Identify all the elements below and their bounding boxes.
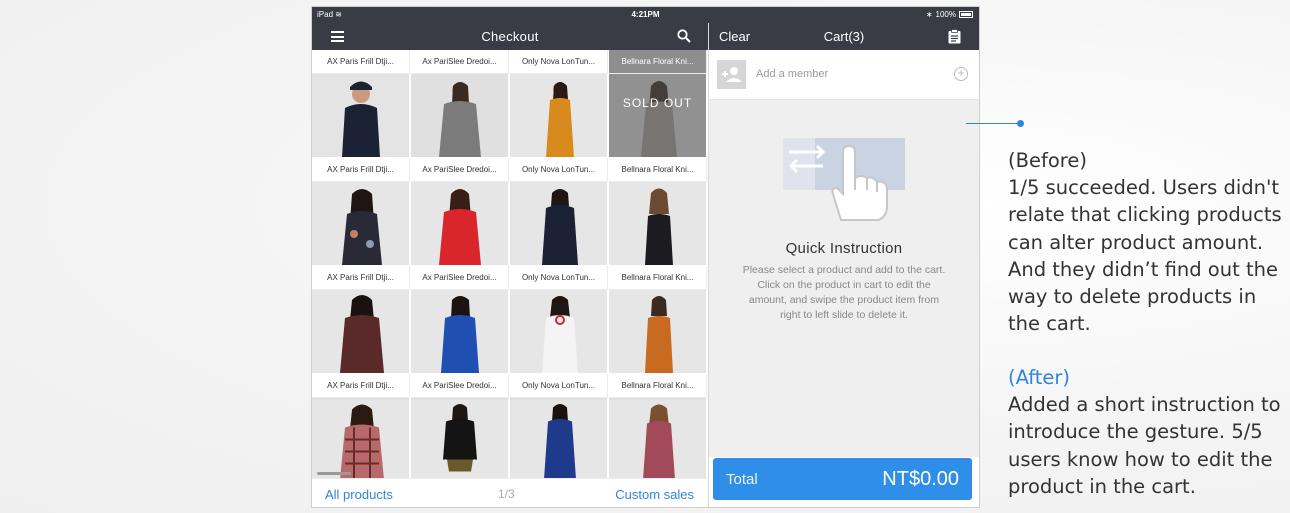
product-image[interactable] — [312, 398, 410, 481]
grid-scrollbar[interactable] — [317, 472, 351, 475]
product-name[interactable]: Ax PariSlee Dredoi... — [411, 266, 509, 290]
product-name[interactable]: AX Paris Frill Dtji... — [312, 266, 410, 290]
after-heading: (After) — [1008, 366, 1071, 389]
product-image[interactable] — [411, 182, 509, 265]
swipe-gesture-icon — [783, 138, 905, 221]
status-bar: iPad ≋ 4:21PM ∗ 100% — [312, 7, 979, 23]
product-image[interactable] — [312, 290, 410, 373]
product-name[interactable]: AX Paris Frill Dtji... — [312, 50, 410, 74]
product-row: AX Paris Frill Dtji... Ax PariSlee Dredo… — [312, 266, 708, 374]
product-image[interactable] — [411, 74, 509, 157]
product-grid: AX Paris Frill Dtji... Ax PariSlee Dredo… — [312, 50, 708, 482]
product-name[interactable]: Ax PariSlee Dredoi... — [411, 158, 509, 182]
battery-icon — [959, 11, 973, 18]
product-image[interactable] — [510, 290, 608, 373]
product-image[interactable] — [609, 182, 707, 265]
page-indicator: 1/3 — [498, 487, 515, 501]
product-image[interactable] — [609, 398, 707, 481]
total-button[interactable]: Total NT$0.00 — [713, 458, 972, 500]
cart-empty-state: Quick Instruction Please select a produc… — [709, 100, 979, 457]
product-name[interactable]: Bellnara Floral Kni... — [609, 50, 707, 74]
nav-title: Checkout — [481, 29, 539, 44]
product-image[interactable] — [312, 74, 410, 157]
product-name[interactable]: Ax PariSlee Dredoi... — [411, 50, 509, 74]
before-text: 1/5 succeeded. Users didn't relate that … — [1008, 176, 1282, 336]
custom-sales-button[interactable]: Custom sales — [615, 487, 694, 502]
ipad-screen: iPad ≋ 4:21PM ∗ 100% Checkout Clear Cart… — [311, 6, 980, 508]
all-products-button[interactable]: All products — [325, 487, 393, 502]
add-circle-icon[interactable]: + — [954, 67, 968, 81]
product-image-sold-out[interactable]: SOLD OUT — [609, 74, 707, 157]
annotation-after: (After) Added a short instruction to int… — [1008, 364, 1288, 500]
product-row: AX Paris Frill Dtji... Ax PariSlee Dredo… — [312, 158, 708, 266]
product-name[interactable]: Only Nova LonTun... — [510, 374, 608, 398]
bluetooth-icon: ∗ — [925, 10, 933, 19]
callout-line — [966, 123, 1020, 124]
product-name[interactable]: Only Nova LonTun... — [510, 266, 608, 290]
product-row: AX Paris Frill Dtji... Ax PariSlee Dredo… — [312, 50, 708, 158]
before-heading: (Before) — [1008, 149, 1087, 172]
after-text: Added a short instruction to introduce t… — [1008, 393, 1281, 498]
total-label: Total — [726, 471, 758, 488]
annotation-before: (Before) 1/5 succeeded. Users didn't rel… — [1008, 147, 1288, 337]
product-image[interactable] — [510, 74, 608, 157]
product-bottom-bar: All products 1/3 Custom sales — [312, 478, 708, 507]
product-name[interactable]: AX Paris Frill Dtji... — [312, 374, 410, 398]
total-amount: NT$0.00 — [882, 468, 959, 490]
product-image[interactable] — [609, 290, 707, 373]
add-member-row[interactable]: Add a member + — [709, 50, 979, 100]
product-name[interactable]: Bellnara Floral Kni... — [609, 266, 707, 290]
add-member-icon — [717, 60, 746, 89]
product-image[interactable] — [312, 182, 410, 265]
product-name[interactable]: Ax PariSlee Dredoi... — [411, 374, 509, 398]
product-name[interactable]: Bellnara Floral Kni... — [609, 158, 707, 182]
product-name[interactable]: AX Paris Frill Dtji... — [312, 158, 410, 182]
product-image[interactable] — [411, 398, 509, 481]
product-name[interactable]: Only Nova LonTun... — [510, 50, 608, 74]
product-image[interactable] — [510, 182, 608, 265]
product-row: AX Paris Frill Dtji... Ax PariSlee Dredo… — [312, 374, 708, 482]
instruction-title: Quick Instruction — [785, 240, 903, 257]
checkout-nav-bar: Checkout — [312, 23, 708, 50]
product-name[interactable]: Bellnara Floral Kni... — [609, 374, 707, 398]
add-member-label: Add a member — [756, 68, 829, 80]
product-image[interactable] — [411, 290, 509, 373]
battery-percent: 100% — [935, 10, 956, 19]
cart-title: Cart(3) — [823, 29, 865, 44]
callout-dot — [1017, 120, 1024, 127]
status-time: 4:21PM — [631, 10, 660, 19]
product-name[interactable]: Only Nova LonTun... — [510, 158, 608, 182]
clipboard-icon[interactable] — [948, 29, 961, 44]
sold-out-badge: SOLD OUT — [609, 74, 706, 157]
product-image[interactable] — [510, 398, 608, 481]
status-right: ∗ 100% — [926, 10, 973, 19]
search-icon[interactable] — [677, 29, 691, 43]
instruction-text: Please select a product and add to the c… — [742, 264, 946, 321]
cart-nav-bar: Clear Cart(3) — [709, 23, 979, 50]
